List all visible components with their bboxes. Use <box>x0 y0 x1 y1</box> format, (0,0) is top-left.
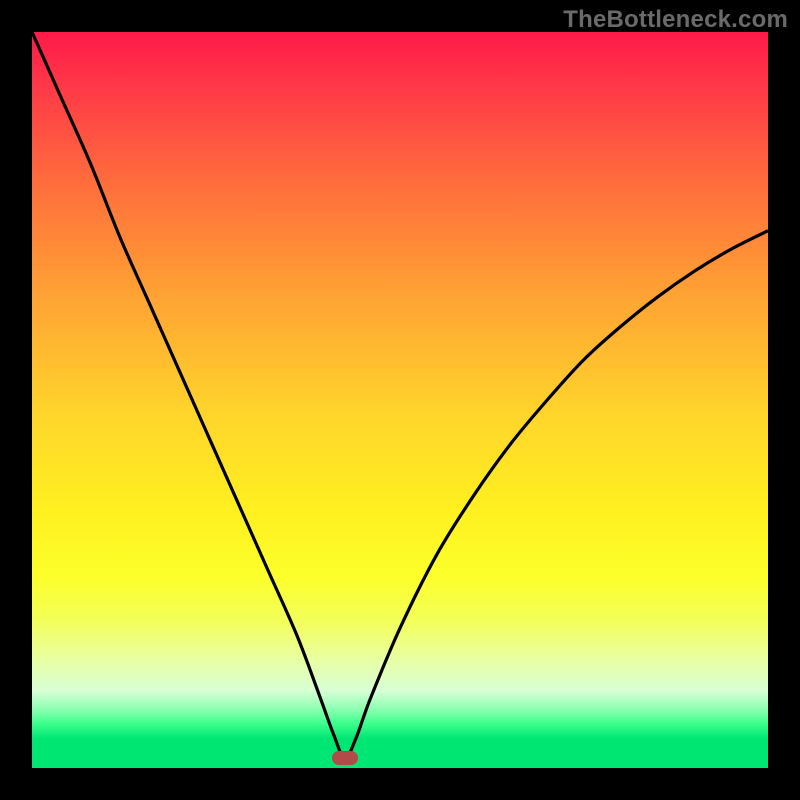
watermark-text: TheBottleneck.com <box>563 6 788 34</box>
optimal-marker <box>332 751 358 765</box>
plot-area <box>32 32 768 768</box>
chart-frame: TheBottleneck.com <box>0 0 800 800</box>
bottleneck-curve <box>32 32 768 768</box>
